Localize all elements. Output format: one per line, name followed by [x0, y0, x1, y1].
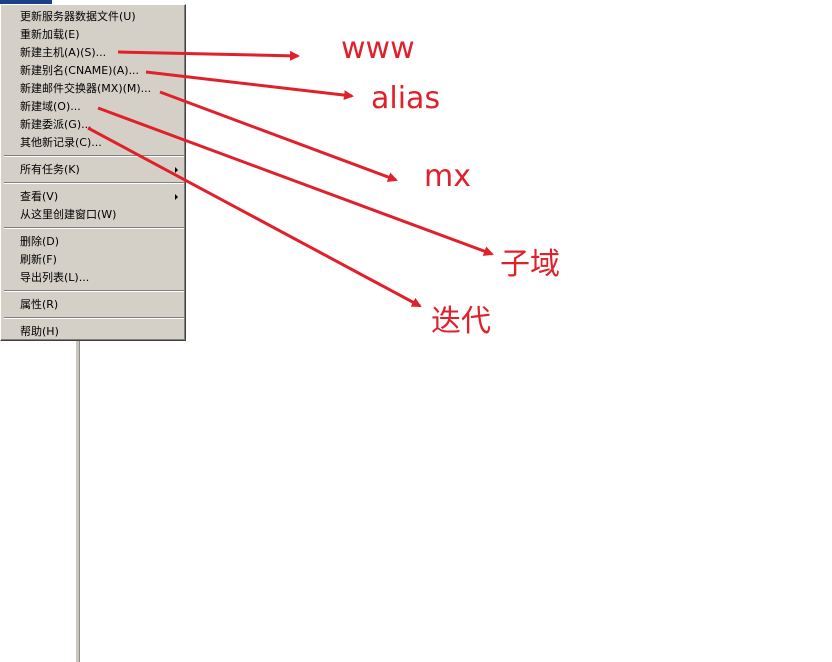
annotation-mx: mx — [424, 159, 471, 194]
annotation-alias: alias — [371, 81, 441, 116]
arrow-to-www — [117, 50, 300, 61]
annotation-delegation: 迭代 — [431, 304, 491, 339]
arrow-to-mx — [159, 90, 398, 182]
arrow-to-delegation — [87, 126, 422, 308]
annotation-www: www — [341, 31, 415, 66]
annotation-subdomain: 子域 — [500, 247, 560, 282]
arrow-to-alias — [145, 70, 354, 101]
